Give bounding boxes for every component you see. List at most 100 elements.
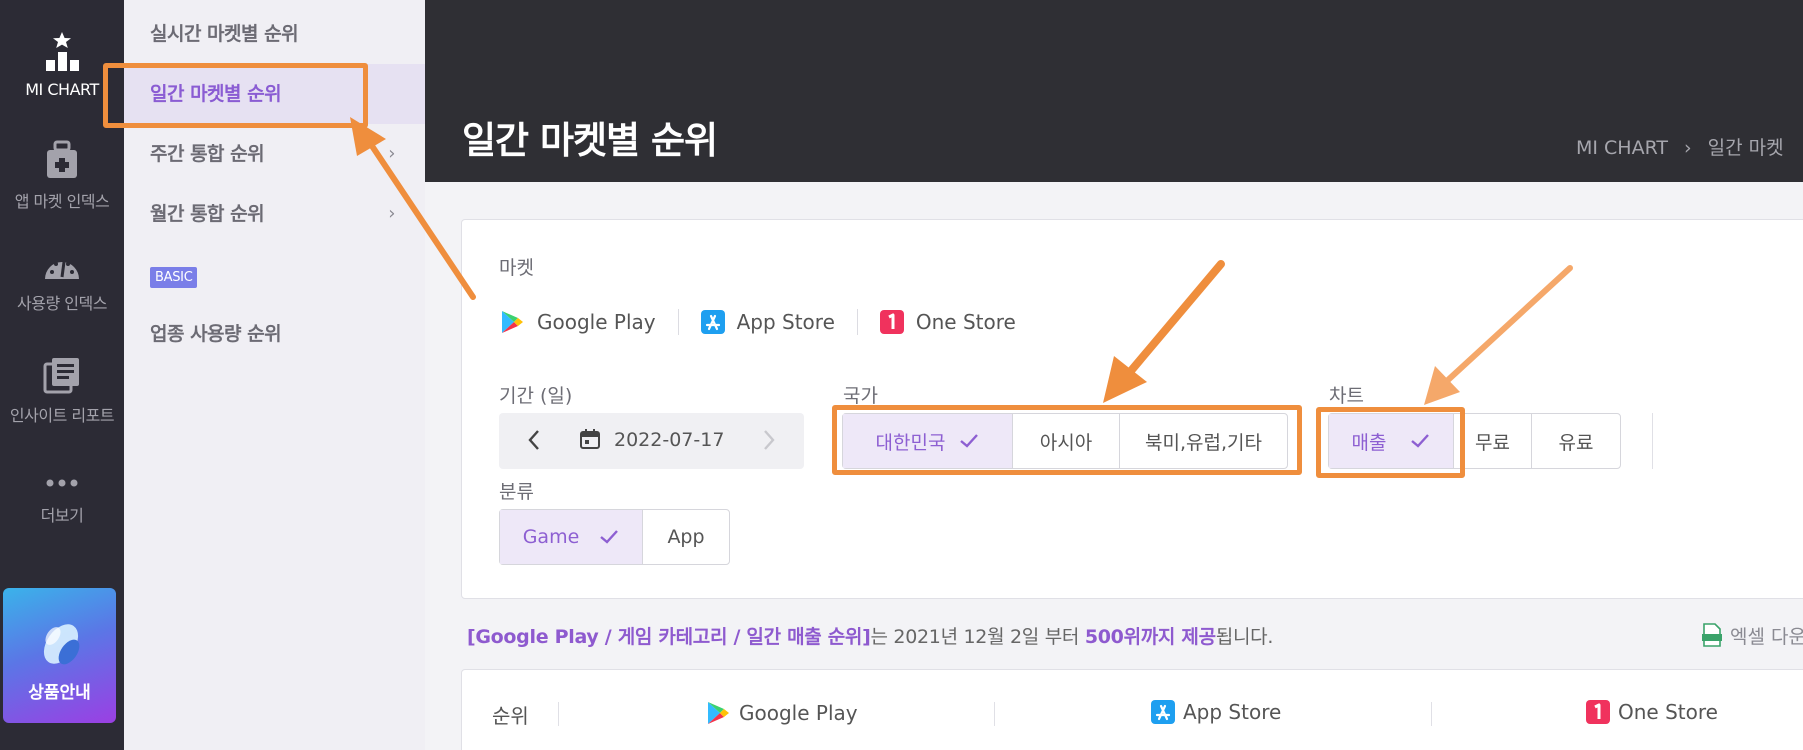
market-selector: Google Play App Store One Store <box>499 304 1060 340</box>
rail-item-mi-chart[interactable]: MI CHART <box>0 30 124 99</box>
info-highlight: [Google Play / 게임 카테고리 / 일간 매출 순위] <box>467 626 871 648</box>
one-store-icon <box>879 310 904 334</box>
more-dots-icon <box>46 479 78 487</box>
icon-rail: MI CHART 앱 마켓 인덱스 사용량 인덱스 인사이트 리포트 더보기 상… <box>0 0 124 750</box>
submenu-item-industry-usage-rank[interactable]: 업종 사용량 순위 <box>124 304 425 364</box>
rail-label: 인사이트 리포트 <box>9 406 115 425</box>
checkmark-icon <box>600 530 619 544</box>
column-header-google-play: Google Play <box>705 700 858 726</box>
column-header-label: App Store <box>1183 700 1282 724</box>
country-selector: 대한민국 아시아 북미,유럽,기타 <box>842 413 1288 469</box>
rail-item-app-market-index[interactable]: 앱 마켓 인덱스 <box>0 140 124 212</box>
chart-star-icon <box>46 32 79 71</box>
chevron-right-icon[interactable] <box>762 427 776 453</box>
date-picker: 2022-07-17 <box>499 413 804 469</box>
column-divider <box>558 702 559 726</box>
data-info-notice: [Google Play / 게임 카테고리 / 일간 매출 순위]는 2021… <box>467 622 1273 649</box>
speaker-icon <box>43 624 80 665</box>
report-icon <box>43 358 79 394</box>
column-header-label: One Store <box>1618 700 1718 724</box>
column-divider <box>1431 702 1432 726</box>
excel-download-button[interactable]: 엑셀 다운 <box>1702 622 1803 649</box>
column-header-app-store: App Store <box>1151 700 1281 724</box>
country-option-label: 대한민국 <box>875 431 946 454</box>
category-option-label: App <box>667 526 705 548</box>
market-app-store[interactable]: App Store <box>700 309 858 335</box>
rank-column-header: 순위 <box>492 704 529 728</box>
checkmark-icon <box>1411 434 1430 448</box>
chevron-right-icon: › <box>388 203 395 224</box>
page-header: 일간 마켓별 순위 MI CHART › 일간 마켓 <box>425 0 1803 182</box>
calendar-icon[interactable] <box>579 428 601 450</box>
info-bold: 500위까지 제공 <box>1084 626 1216 648</box>
chart-option-paid[interactable]: 유료 <box>1532 414 1620 468</box>
column-divider <box>994 702 995 726</box>
category-selector: Game App <box>499 509 730 565</box>
app-store-icon <box>700 310 725 334</box>
bag-icon <box>47 140 77 178</box>
country-option-asia[interactable]: 아시아 <box>1013 414 1120 468</box>
country-option-korea[interactable]: 대한민국 <box>843 414 1013 468</box>
chart-type-selector: 매출 무료 유료 <box>1328 413 1621 469</box>
date-value[interactable]: 2022-07-17 <box>614 429 724 451</box>
rail-item-insight-report[interactable]: 인사이트 리포트 <box>0 356 124 426</box>
rail-label: 더보기 <box>40 506 84 525</box>
filter-card: 마켓 Google Play App Store One Store 기간 (일… <box>461 219 1803 599</box>
category-option-app[interactable]: App <box>643 510 729 564</box>
google-play-icon <box>708 702 729 724</box>
chart-option-free[interactable]: 무료 <box>1454 414 1532 468</box>
submenu-item-label: 실시간 마켓별 순위 <box>150 23 299 45</box>
chart-option-label: 유료 <box>1558 431 1594 454</box>
market-google-play[interactable]: Google Play <box>499 309 679 335</box>
country-option-label: 북미,유럽,기타 <box>1145 431 1262 454</box>
excel-file-icon <box>1702 623 1722 647</box>
breadcrumb-item-current: 일간 마켓 <box>1707 137 1784 159</box>
submenu-item-realtime-market-rank[interactable]: 실시간 마켓별 순위 <box>124 4 425 64</box>
submenu-item-daily-market-rank[interactable]: 일간 마켓별 순위 <box>124 64 425 124</box>
checkmark-icon <box>960 434 979 448</box>
chevron-left-icon[interactable] <box>527 427 541 453</box>
country-label: 국가 <box>843 385 878 407</box>
rail-label: 앱 마켓 인덱스 <box>14 192 110 211</box>
page-title: 일간 마켓별 순위 <box>462 119 718 162</box>
google-play-icon <box>502 311 523 333</box>
submenu-item-label: 월간 통합 순위 <box>150 203 265 225</box>
divider <box>1652 413 1653 469</box>
breadcrumb-item-root[interactable]: MI CHART <box>1576 137 1668 159</box>
gauge-icon <box>45 261 79 279</box>
column-header-one-store: One Store <box>1586 700 1718 724</box>
basic-badge: BASIC <box>150 267 198 288</box>
chevron-right-icon: › <box>388 143 395 164</box>
product-info-banner[interactable]: 상품안내 <box>3 588 116 723</box>
submenu-item-label: 일간 마켓별 순위 <box>150 83 282 105</box>
rail-label: MI CHART <box>25 80 99 99</box>
category-label: 분류 <box>499 481 534 503</box>
chart-label: 차트 <box>1329 385 1364 407</box>
chart-option-label: 무료 <box>1475 431 1510 454</box>
market-label-text: Google Play <box>537 310 656 334</box>
submenu: 실시간 마켓별 순위 일간 마켓별 순위 주간 통합 순위 › 월간 통합 순위… <box>124 0 425 750</box>
breadcrumb: MI CHART › 일간 마켓 <box>1576 133 1784 160</box>
category-option-label: Game <box>522 526 580 548</box>
app-store-icon <box>1151 700 1175 724</box>
rail-item-usage-index[interactable]: 사용량 인덱스 <box>0 252 124 314</box>
submenu-item-monthly-total-rank[interactable]: 월간 통합 순위 › <box>124 184 425 244</box>
market-one-store[interactable]: One Store <box>879 309 1038 335</box>
period-label: 기간 (일) <box>499 385 573 407</box>
market-label: 마켓 <box>499 257 534 279</box>
submenu-item-weekly-total-rank[interactable]: 주간 통합 순위 › <box>124 124 425 184</box>
product-info-label: 상품안내 <box>28 683 91 703</box>
category-option-game[interactable]: Game <box>500 510 643 564</box>
submenu-item-label: 업종 사용량 순위 <box>150 323 282 345</box>
info-middle: 는 2021년 12월 2일 부터 <box>870 626 1085 648</box>
rank-table-header: 순위 Google Play App Store One Store <box>461 669 1803 750</box>
country-option-na-eu-etc[interactable]: 북미,유럽,기타 <box>1120 414 1287 468</box>
one-store-icon <box>1586 700 1610 724</box>
breadcrumb-separator-icon: › <box>1684 137 1692 159</box>
column-header-label: Google Play <box>739 701 858 725</box>
market-label-text: One Store <box>915 310 1016 334</box>
chart-option-revenue[interactable]: 매출 <box>1329 414 1454 468</box>
country-option-label: 아시아 <box>1039 431 1093 454</box>
rail-item-more[interactable]: 더보기 <box>0 478 124 526</box>
rail-label: 사용량 인덱스 <box>17 294 107 313</box>
